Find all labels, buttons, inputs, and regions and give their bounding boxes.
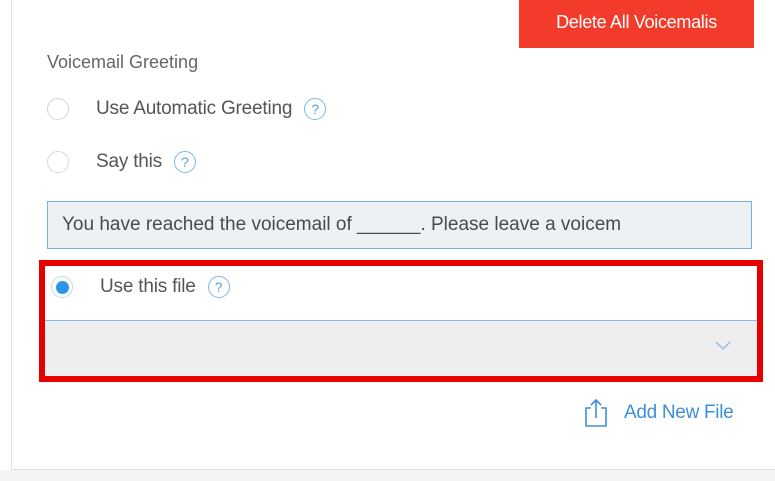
delete-all-voicemails-button[interactable]: Delete All Voicemalis xyxy=(519,0,754,48)
greeting-file-select[interactable] xyxy=(45,320,757,376)
panel-border xyxy=(11,0,12,470)
voicemail-greeting-title: Voicemail Greeting xyxy=(47,52,199,72)
say-this-radio[interactable] xyxy=(47,151,69,173)
use-file-radio[interactable] xyxy=(51,276,73,298)
upload-icon xyxy=(585,398,607,427)
option-use-file[interactable]: Use this file ? xyxy=(51,276,230,298)
question-circle-icon[interactable]: ? xyxy=(174,151,196,173)
automatic-greeting-radio[interactable] xyxy=(47,98,69,120)
page-background xyxy=(0,470,775,481)
option-say-this[interactable]: Say this ? xyxy=(47,151,196,173)
add-new-file-button[interactable]: Add New File xyxy=(584,398,734,428)
chevron-down-icon xyxy=(715,341,731,351)
say-this-text-input[interactable] xyxy=(47,201,752,249)
question-circle-icon[interactable]: ? xyxy=(304,98,327,120)
question-circle-icon[interactable]: ? xyxy=(207,276,230,298)
option-automatic-greeting[interactable]: Use Automatic Greeting ? xyxy=(47,98,327,120)
radio-selected-dot xyxy=(55,280,69,294)
automatic-greeting-label: Use Automatic Greeting xyxy=(96,98,293,119)
say-this-label: Say this xyxy=(96,151,162,172)
add-new-file-label: Add New File xyxy=(624,402,734,423)
use-file-label: Use this file xyxy=(100,276,196,297)
